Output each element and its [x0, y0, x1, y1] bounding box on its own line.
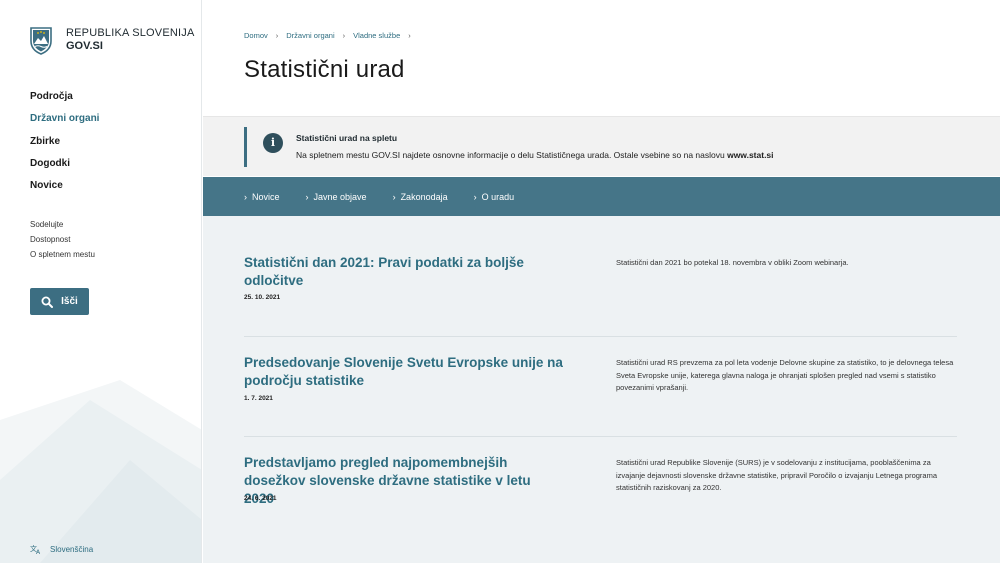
breadcrumb-item-domov[interactable]: Domov [244, 31, 268, 40]
news-description: Statistični dan 2021 bo potekal 18. nove… [616, 258, 849, 267]
nav-item-novice[interactable]: Novice [30, 179, 99, 201]
chevron-right-icon: › [392, 191, 396, 202]
news-description: Statistični urad RS prevzema za pol leta… [616, 358, 954, 393]
chevron-right-icon: › [244, 191, 247, 202]
notice-title: Statistični urad na spletu [296, 133, 398, 143]
tab-javne-objave[interactable]: › Javne objave [306, 192, 367, 202]
search-button[interactable]: Išči [30, 288, 89, 315]
tab-label: Novice [252, 191, 280, 202]
news-date: 24. 6. 2021 [244, 495, 277, 502]
breadcrumb-item-drzavni-organi[interactable]: Državni organi [286, 31, 334, 40]
chevron-right-icon: › [275, 31, 279, 40]
tab-label: O uradu [481, 191, 515, 202]
tab-novice[interactable]: › Novice [244, 192, 280, 202]
svg-text:A: A [36, 549, 41, 554]
language-label: Slovenščina [50, 544, 94, 554]
search-icon [41, 296, 54, 308]
subnav-item-o-spletnem-mestu[interactable]: O spletnem mestu [30, 250, 95, 265]
divider [244, 336, 957, 337]
tab-o-uradu[interactable]: › O uradu [474, 192, 515, 202]
subnav-item-sodelujte[interactable]: Sodelujte [30, 220, 95, 235]
tab-label: Javne objave [313, 191, 367, 202]
coat-of-arms-icon [30, 27, 52, 55]
subnav-item-dostopnost[interactable]: Dostopnost [30, 235, 95, 250]
news-title[interactable]: Statistični dan 2021: Pravi podatki za b… [244, 254, 564, 290]
chevron-right-icon: › [305, 191, 309, 202]
secondary-navigation: Sodelujte Dostopnost O spletnem mestu [30, 220, 95, 265]
chevron-right-icon: › [473, 191, 477, 202]
news-date: 25. 10. 2021 [244, 294, 281, 301]
chevron-right-icon: › [342, 31, 346, 40]
translate-icon: 文 A [30, 544, 41, 554]
main-navigation: Področja Državni organi Zbirke Dogodki N… [30, 90, 99, 201]
info-icon: i [263, 133, 283, 153]
breadcrumb-item-vladne-sluzbe[interactable]: Vladne službe [353, 31, 400, 40]
news-title[interactable]: Predstavljamo pregled najpomembnejših do… [244, 454, 564, 508]
nav-item-zbirke[interactable]: Zbirke [30, 135, 99, 157]
notice-body: Na spletnem mestu GOV.SI najdete osnovne… [296, 150, 728, 160]
info-notice: i Statistični urad na spletu Na spletnem… [203, 116, 1000, 176]
notice-text: Na spletnem mestu GOV.SI najdete osnovne… [296, 150, 774, 160]
divider [244, 436, 957, 437]
nav-item-drzavni-organi[interactable]: Državni organi [30, 112, 99, 134]
news-date: 1. 7. 2021 [244, 395, 273, 402]
news-list: Statistični dan 2021: Pravi podatki za b… [203, 216, 1000, 563]
nav-item-podrocja[interactable]: Področja [30, 90, 99, 112]
brand-line2: GOV.SI [66, 40, 103, 52]
news-description: Statistični urad Republike Slovenije (SU… [616, 458, 938, 493]
language-switcher[interactable]: 文 A Slovenščina [30, 544, 93, 554]
notice-accent-bar [244, 127, 247, 167]
news-title[interactable]: Predsedovanje Slovenije Svetu Evropske u… [244, 354, 564, 390]
gov-si-logo[interactable]: REPUBLIKA SLOVENIJA GOV.SI [30, 27, 195, 55]
page-title: Statistični urad [244, 56, 405, 83]
nav-item-dogodki[interactable]: Dogodki [30, 157, 99, 179]
main-content: Domov › Državni organi › Vladne službe ›… [203, 0, 1000, 563]
chevron-right-icon: › [408, 31, 411, 40]
sidebar: REPUBLIKA SLOVENIJA GOV.SI Področja Drža… [0, 0, 202, 563]
section-tabs: › Novice › Javne objave › Zakonodaja › O ura… [203, 177, 1000, 216]
search-button-label: Išči [61, 296, 78, 307]
brand-line1: REPUBLIKA SLOVENIJA [66, 27, 195, 39]
background-pattern [0, 380, 201, 563]
tab-zakonodaja[interactable]: › Zakonodaja [393, 192, 448, 202]
tab-label: Zakonodaja [400, 191, 448, 202]
breadcrumb: Domov › Državni organi › Vladne službe › [244, 31, 411, 40]
notice-link[interactable]: www.stat.si [727, 150, 773, 160]
